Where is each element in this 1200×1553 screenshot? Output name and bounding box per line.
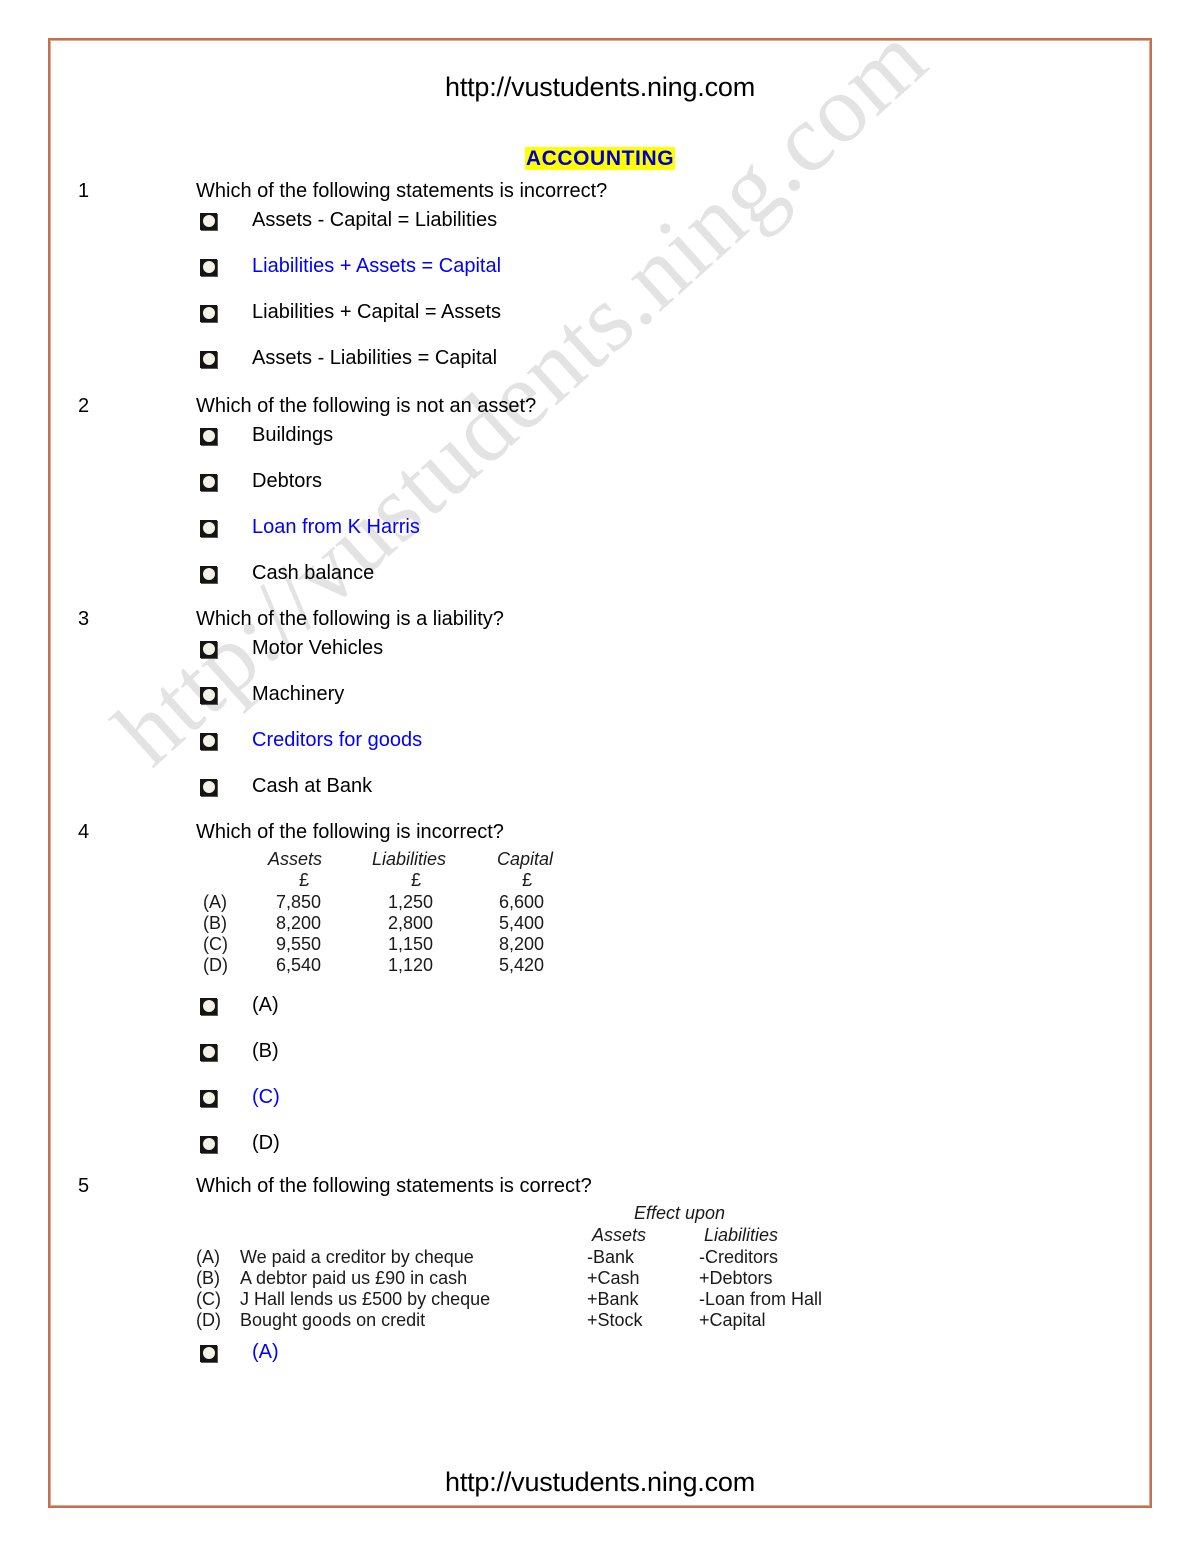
table-group-header-effect-upon: Effect upon <box>634 1203 726 1223</box>
table-cell: 5,400 <box>499 913 545 933</box>
checkbox-bullet-icon[interactable] <box>200 641 217 658</box>
option-label: (C) <box>252 1086 280 1108</box>
question-prompt: Which of the following is incorrect? <box>196 821 504 843</box>
table-cell-assets: -Bank <box>587 1247 635 1267</box>
table-cell: 7,850 <box>276 892 322 912</box>
section-title-text: ACCOUNTING <box>524 147 676 170</box>
question-number: 5 <box>78 1175 90 1197</box>
document-page: http://vustudents.ning.com http://vustud… <box>0 0 1200 1553</box>
table-cell: 6,540 <box>276 955 322 975</box>
question-number: 1 <box>78 180 90 202</box>
option-label: Machinery <box>252 683 345 705</box>
table-header-assets: Assets <box>268 849 323 869</box>
question-5-table: Effect upon Assets Liabilities (A) We pa… <box>0 1203 1200 1330</box>
table-header-capital: Capital <box>497 849 554 869</box>
checkbox-bullet-icon[interactable] <box>200 305 217 322</box>
option-label: (A) <box>252 994 279 1016</box>
question-prompt: Which of the following is not an asset? <box>196 395 537 417</box>
table-cell-assets: +Bank <box>587 1289 639 1309</box>
option-label: (B) <box>252 1040 279 1062</box>
table-cell: 6,600 <box>499 892 545 912</box>
page-title: ACCOUNTING <box>0 147 1200 171</box>
table-cell: 5,420 <box>499 955 545 975</box>
table-cell-statement: J Hall lends us £500 by cheque <box>240 1289 491 1309</box>
checkbox-bullet-icon[interactable] <box>200 428 217 445</box>
table-cell-liabilities: +Capital <box>699 1310 766 1330</box>
option-label: Liabilities + Capital = Assets <box>252 301 502 323</box>
checkbox-bullet-icon[interactable] <box>200 474 217 491</box>
table-cell: 9,550 <box>276 934 322 954</box>
option-label: Motor Vehicles <box>252 637 384 659</box>
option-label: Liabilities + Assets = Capital <box>252 255 502 277</box>
checkbox-bullet-icon[interactable] <box>200 998 217 1015</box>
table-cell: 8,200 <box>499 934 545 954</box>
option-label: Cash at Bank <box>252 775 373 797</box>
question-4-table: Assets Liabilities Capital £ £ £ (A) 7,8… <box>0 849 1200 975</box>
option-label: (D) <box>252 1132 280 1154</box>
table-row-key: (C) <box>203 934 228 954</box>
table-currency-capital: £ <box>522 870 533 890</box>
table-cell: 1,120 <box>388 955 434 975</box>
option-label: Creditors for goods <box>252 729 423 751</box>
checkbox-bullet-icon[interactable] <box>200 1090 217 1107</box>
table-header-liabilities: Liabilities <box>704 1225 779 1245</box>
table-row-key: (D) <box>203 955 228 975</box>
checkbox-bullet-icon[interactable] <box>200 520 217 537</box>
checkbox-bullet-icon[interactable] <box>200 687 217 704</box>
option-label: Buildings <box>252 424 334 446</box>
table-cell: 1,150 <box>388 934 434 954</box>
option-label: Loan from K Harris <box>252 516 420 538</box>
checkbox-bullet-icon[interactable] <box>200 1044 217 1061</box>
option-label: (A) <box>252 1341 279 1363</box>
table-row-key: (A) <box>203 892 227 912</box>
table-row-key: (C) <box>196 1289 221 1309</box>
table-cell-liabilities: -Creditors <box>699 1247 779 1267</box>
option-label: Assets - Liabilities = Capital <box>252 347 498 369</box>
table-row-key: (A) <box>196 1247 220 1267</box>
checkbox-bullet-icon[interactable] <box>200 259 217 276</box>
table-currency-liabilities: £ <box>411 870 422 890</box>
table-header-assets: Assets <box>592 1225 647 1245</box>
question-prompt: Which of the following statements is cor… <box>196 1175 592 1197</box>
question-number: 4 <box>78 821 90 843</box>
question-number: 3 <box>78 608 90 630</box>
table-cell-liabilities: +Debtors <box>699 1268 773 1288</box>
table-cell-statement: A debtor paid us £90 in cash <box>240 1268 468 1288</box>
header-url: http://vustudents.ning.com <box>445 72 755 102</box>
checkbox-bullet-icon[interactable] <box>200 566 217 583</box>
option-label: Debtors <box>252 470 323 492</box>
table-cell-assets: +Stock <box>587 1310 643 1330</box>
table-header-liabilities: Liabilities <box>372 849 447 869</box>
question-number: 2 <box>78 395 90 417</box>
table-cell-statement: We paid a creditor by cheque <box>240 1247 474 1267</box>
table-cell-liabilities: -Loan from Hall <box>699 1289 823 1309</box>
checkbox-bullet-icon[interactable] <box>200 1345 217 1362</box>
question-prompt: Which of the following is a liability? <box>196 608 504 630</box>
option-label: Cash balance <box>252 562 375 584</box>
checkbox-bullet-icon[interactable] <box>200 1136 217 1153</box>
table-cell: 8,200 <box>276 913 322 933</box>
table-row-key: (B) <box>196 1268 220 1288</box>
checkbox-bullet-icon[interactable] <box>200 351 217 368</box>
table-row-key: (D) <box>196 1310 221 1330</box>
option-label: Assets - Capital = Liabilities <box>252 209 498 231</box>
question-prompt: Which of the following statements is inc… <box>196 180 608 202</box>
table-row-key: (B) <box>203 913 227 933</box>
checkbox-bullet-icon[interactable] <box>200 213 217 230</box>
table-cell-assets: +Cash <box>587 1268 640 1288</box>
checkbox-bullet-icon[interactable] <box>200 779 217 796</box>
table-cell-statement: Bought goods on credit <box>240 1310 426 1330</box>
table-cell: 2,800 <box>388 913 434 933</box>
table-currency-assets: £ <box>299 870 310 890</box>
table-cell: 1,250 <box>388 892 434 912</box>
checkbox-bullet-icon[interactable] <box>200 733 217 750</box>
footer-url: http://vustudents.ning.com <box>445 1467 755 1497</box>
